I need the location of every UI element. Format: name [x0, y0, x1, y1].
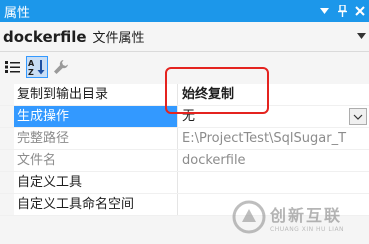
title-bar: 属性 — [0, 0, 369, 22]
property-value-field[interactable]: 无 — [178, 106, 369, 127]
property-row-copy-to-output[interactable]: 复制到输出目录 始终复制 — [0, 84, 369, 106]
row-gutter — [0, 128, 14, 149]
watermark-title: 创新互联 — [270, 205, 343, 225]
property-row-full-path[interactable]: 完整路径 E:\ProjectTest\SqlSugar_T — [0, 128, 369, 150]
property-name: 生成操作 — [14, 106, 178, 127]
dropdown-button[interactable] — [349, 108, 367, 125]
row-gutter — [0, 194, 14, 215]
row-gutter — [0, 150, 14, 171]
chevron-down-icon — [353, 114, 363, 120]
chevron-down-icon[interactable] — [315, 0, 333, 22]
wrench-icon[interactable] — [50, 56, 72, 78]
panel-title: 属性 — [4, 5, 31, 21]
row-gutter — [0, 84, 14, 105]
watermark-subtitle: CHUANG XIN HU LIAN — [270, 225, 345, 233]
property-value[interactable]: E:\ProjectTest\SqlSugar_T — [178, 128, 369, 149]
row-gutter — [0, 172, 14, 193]
object-type: 文件属性 — [92, 31, 145, 46]
alphabetical-sort-icon[interactable]: A Z — [26, 56, 48, 78]
property-row-file-name[interactable]: 文件名 dockerfile — [0, 150, 369, 172]
close-icon[interactable] — [351, 0, 369, 22]
property-name: 文件名 — [14, 150, 178, 171]
object-selector[interactable]: dockerfile 文件属性 — [0, 22, 369, 52]
properties-toolbar: A Z — [0, 52, 369, 82]
property-name: 完整路径 — [14, 128, 178, 149]
logo-icon — [232, 200, 266, 234]
object-name: dockerfile — [3, 27, 87, 46]
property-value[interactable]: dockerfile — [178, 150, 369, 171]
chevron-down-icon[interactable] — [353, 32, 369, 42]
property-value[interactable] — [178, 172, 369, 193]
property-row-build-action[interactable]: 生成操作 无 — [0, 106, 369, 128]
property-name: 自定义工具命名空间 — [14, 194, 178, 215]
property-value: 无 — [182, 109, 196, 124]
svg-text:A: A — [28, 59, 35, 68]
categorized-icon[interactable] — [2, 56, 24, 78]
property-name: 复制到输出目录 — [14, 84, 178, 105]
row-gutter — [0, 106, 14, 127]
pin-icon[interactable] — [333, 0, 351, 22]
watermark-logo: 创新互联 CHUANG XIN HU LIAN — [232, 196, 362, 238]
property-row-custom-tool[interactable]: 自定义工具 — [0, 172, 369, 194]
svg-text:Z: Z — [28, 68, 34, 76]
property-value[interactable]: 始终复制 — [178, 84, 369, 105]
property-name: 自定义工具 — [14, 172, 178, 193]
